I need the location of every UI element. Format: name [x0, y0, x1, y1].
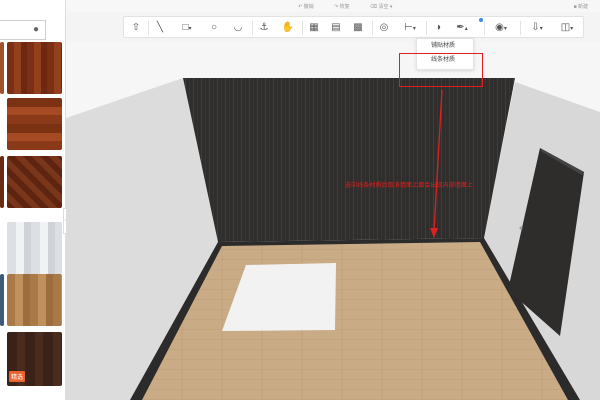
download-icon[interactable]: ⇩▾ [524, 20, 550, 36]
clear-button[interactable]: ⌫ 清空 ▾ [370, 3, 392, 10]
palette-icon[interactable]: ◑ [430, 20, 446, 36]
dimension-icon[interactable]: ⊢▾ [398, 20, 422, 36]
material-swatch[interactable] [7, 42, 62, 94]
frame-icon[interactable]: ▦ [306, 20, 322, 36]
annotation-box [399, 53, 483, 87]
toolbar: ⇧ ╲ □▾ ○ ◡ ⚓ ✋ ▦ ▤ ▩ ◎ ⊢▾ ◑ ✒▴ ◉▾ ⇩▾ ◫▾ [123, 16, 584, 38]
back-wall [183, 78, 515, 242]
top-bar: ↶ 撤销 ↷ 恢复 ⌫ 清空 ▾ ■ 新建 [66, 0, 600, 12]
material-swatch[interactable] [7, 274, 62, 326]
material-swatch[interactable] [7, 222, 62, 274]
book-icon[interactable]: ▩ [350, 20, 366, 36]
notification-dot [479, 18, 483, 22]
layers-icon[interactable]: ▤ [328, 20, 344, 36]
material-swatch[interactable]: 精选 [7, 332, 62, 386]
room-render [66, 42, 600, 400]
rect-icon[interactable]: □▾ [176, 20, 198, 36]
3d-viewport[interactable] [66, 42, 600, 400]
material-search-input[interactable]: ● [0, 20, 46, 40]
export-icon[interactable]: ⇧ [128, 20, 144, 36]
annotation-text: 选中线条材质后取消墙面上面会出现内部墙面上 [345, 183, 474, 189]
material-panel: ● 精选 [0, 0, 66, 400]
line-icon[interactable]: ╲ [152, 20, 168, 36]
door-handle [519, 226, 523, 230]
material-swatch[interactable] [0, 156, 4, 208]
material-swatch[interactable] [0, 42, 4, 94]
hand-icon[interactable]: ✋ [280, 20, 296, 36]
anchor-icon[interactable]: ⚓ [256, 20, 272, 36]
brush-icon[interactable]: ✒▴ [450, 20, 474, 36]
material-swatch[interactable] [7, 156, 62, 208]
new-button[interactable]: ■ 新建 [574, 3, 588, 10]
menu-item-tile-material[interactable]: 铺贴材质 [417, 39, 473, 53]
undo-button[interactable]: ↶ 撤销 [298, 3, 314, 10]
swatch-tag: 精选 [9, 371, 26, 382]
map-icon[interactable]: ◫▾ [554, 20, 580, 36]
circle-icon[interactable]: ○ [206, 20, 222, 36]
material-swatch[interactable] [0, 274, 4, 326]
arc-icon[interactable]: ◡ [230, 20, 246, 36]
camera-icon[interactable]: ◎ [376, 20, 392, 36]
material-swatch[interactable] [7, 98, 62, 150]
camera-icon[interactable]: ● [30, 24, 42, 36]
eye-icon[interactable]: ◉▾ [488, 20, 514, 36]
redo-button[interactable]: ↷ 恢复 [334, 3, 350, 10]
